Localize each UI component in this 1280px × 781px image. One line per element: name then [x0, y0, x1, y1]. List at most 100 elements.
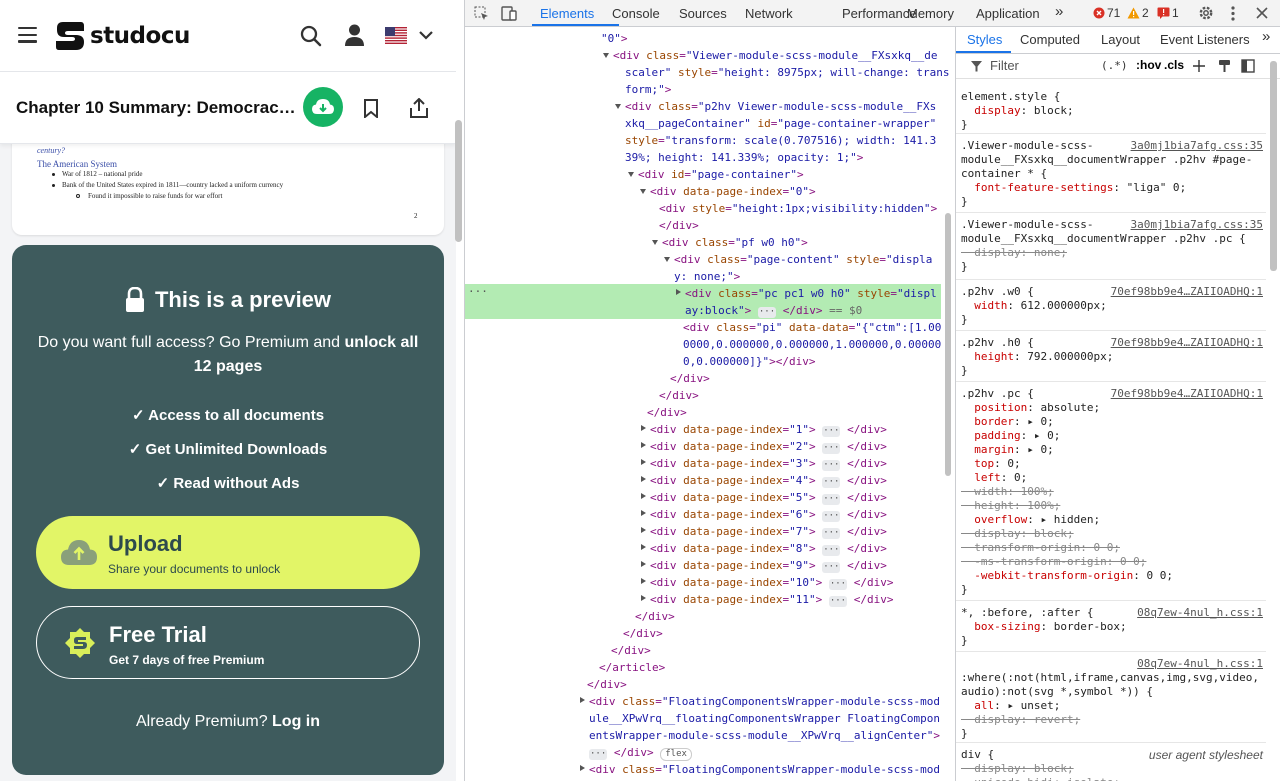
- dom-node-line[interactable]: <div data-page-index="4"> ··· </div>: [650, 472, 887, 489]
- style-rule-line[interactable]: }: [961, 195, 968, 209]
- expand-triangle-icon[interactable]: [641, 493, 646, 499]
- stylesheet-source-link[interactable]: 70ef98bb9e4…ZAIIOADHQ:1: [1111, 336, 1263, 350]
- style-rule-line[interactable]: height: 100%;: [961, 499, 1060, 513]
- menu-icon[interactable]: [18, 27, 37, 43]
- style-rule-line[interactable]: display: revert;: [961, 713, 1080, 727]
- style-rule-line[interactable]: audio):not(svg *,symbol *)) {: [961, 685, 1153, 699]
- login-link[interactable]: Log in: [272, 713, 320, 730]
- style-rule-line[interactable]: width: 100%;: [961, 485, 1053, 499]
- style-rule-line[interactable]: padding: ▸ 0;: [961, 429, 1060, 443]
- dom-node-line[interactable]: <div data-page-index="5"> ··· </div>: [650, 489, 887, 506]
- dom-node-line[interactable]: <div data-page-index="10"> ··· </div>: [650, 574, 893, 591]
- elements-scrollbar[interactable]: [945, 213, 951, 476]
- close-icon[interactable]: [1256, 7, 1268, 19]
- dom-node-line[interactable]: entsWrapper-module-scss-module__XPwVrq__…: [589, 727, 940, 744]
- style-rule-line[interactable]: left: 0;: [961, 471, 1027, 485]
- tab-styles[interactable]: Styles: [967, 33, 1002, 47]
- tab-sources[interactable]: Sources: [679, 6, 727, 21]
- dom-node-line[interactable]: 0,0.000000]}"></div>: [683, 353, 815, 370]
- dom-node-line[interactable]: <div id="page-container">: [638, 166, 804, 183]
- collapse-triangle-icon[interactable]: [628, 172, 634, 177]
- dom-node-line[interactable]: <div class="page-content" style="displa: [674, 251, 932, 268]
- elements-dom-tree[interactable]: documentWrapper id="document-wrapper" ta…: [465, 27, 955, 781]
- collapse-triangle-icon[interactable]: [640, 189, 646, 194]
- style-rule-line[interactable]: font-feature-settings: "liga" 0;: [961, 181, 1186, 195]
- style-rule-line[interactable]: position: absolute;: [961, 401, 1100, 415]
- expand-triangle-icon[interactable]: [676, 289, 681, 295]
- dom-node-line[interactable]: <div class="pc pc1 w0 h0" style="displ: [685, 285, 937, 302]
- style-rule-line[interactable]: unicode-bidi: isolate;: [961, 776, 1120, 781]
- upload-button[interactable]: Upload Share your documents to unlock: [36, 516, 420, 589]
- stylesheet-source-link[interactable]: 3a0mj1bia7afg.css:35: [1131, 218, 1263, 232]
- styles-scrollbar[interactable]: [1270, 61, 1277, 271]
- paint-roller-icon[interactable]: [1218, 59, 1231, 73]
- dom-node-line[interactable]: </article>: [599, 659, 665, 676]
- style-rule-line[interactable]: overflow: ▸ hidden;: [961, 513, 1100, 527]
- studocu-logo[interactable]: studocu: [54, 19, 190, 53]
- style-rule-line[interactable]: :where(:not(html,iframe,canvas,img,svg,v…: [961, 671, 1259, 685]
- style-rule-line[interactable]: *, :before, :after {: [961, 606, 1093, 620]
- more-style-tabs-icon[interactable]: »: [1262, 29, 1270, 44]
- stylesheet-source-link[interactable]: 70ef98bb9e4…ZAIIOADHQ:1: [1111, 285, 1263, 299]
- style-rule-line[interactable]: .p2hv .h0 {: [961, 336, 1034, 350]
- style-rule-line[interactable]: transform-origin: 0 0;: [961, 541, 1120, 555]
- kebab-menu-icon[interactable]: [1231, 6, 1235, 21]
- warning-count-badge[interactable]: 2: [1127, 6, 1149, 20]
- dom-node-line[interactable]: <div class="FloatingComponentsWrapper-mo…: [589, 693, 940, 710]
- dom-node-line[interactable]: <div data-page-index="0">: [650, 183, 816, 200]
- collapse-triangle-icon[interactable]: [652, 240, 658, 245]
- add-rule-icon[interactable]: [1192, 59, 1206, 73]
- style-rule-line[interactable]: }: [961, 583, 968, 597]
- dom-node-line[interactable]: </div>: [647, 404, 687, 421]
- expand-triangle-icon[interactable]: [641, 459, 646, 465]
- dom-node-line[interactable]: </div>: [611, 642, 651, 659]
- style-rule-line[interactable]: }: [961, 118, 968, 132]
- style-rule-line[interactable]: width: 612.000000px;: [961, 299, 1106, 313]
- dom-node-line[interactable]: </div>: [659, 387, 699, 404]
- dom-node-line[interactable]: </div>: [659, 217, 699, 234]
- tab-application[interactable]: Application: [976, 6, 1040, 21]
- bookmark-icon[interactable]: [363, 99, 379, 118]
- dom-node-line[interactable]: <div class="p2hv Viewer-module-scss-modu…: [625, 98, 936, 115]
- expand-triangle-icon[interactable]: [641, 476, 646, 482]
- style-rule-line[interactable]: container * {: [961, 167, 1047, 181]
- search-icon[interactable]: [300, 25, 322, 47]
- dom-node-line[interactable]: "0">: [601, 30, 628, 47]
- dom-node-line[interactable]: form;">: [625, 81, 671, 98]
- tab-computed[interactable]: Computed: [1020, 33, 1080, 47]
- page-scrollbar[interactable]: [455, 120, 462, 242]
- tab-console[interactable]: Console: [612, 6, 660, 21]
- style-rule-line[interactable]: box-sizing: border-box;: [961, 620, 1126, 634]
- dom-node-line[interactable]: ay:block"> ··· </div> == $0: [685, 302, 862, 319]
- style-rule-line[interactable]: top: 0;: [961, 457, 1020, 471]
- device-toolbar-icon[interactable]: [501, 6, 517, 21]
- style-rule-line[interactable]: border: ▸ 0;: [961, 415, 1054, 429]
- style-rule-line[interactable]: div {: [961, 748, 994, 762]
- expand-triangle-icon[interactable]: [641, 595, 646, 601]
- style-rule-line[interactable]: .Viewer-module-scss-: [961, 218, 1093, 232]
- more-tabs-icon[interactable]: »: [1055, 3, 1063, 20]
- style-rule-line[interactable]: }: [961, 727, 968, 741]
- settings-gear-icon[interactable]: [1198, 5, 1214, 21]
- expand-triangle-icon[interactable]: [580, 697, 585, 703]
- tab-network[interactable]: Network: [745, 6, 793, 21]
- us-flag-icon[interactable]: [385, 27, 407, 44]
- dom-node-line[interactable]: </div>: [635, 608, 675, 625]
- tab-memory[interactable]: Memory: [907, 6, 954, 21]
- dom-node-line[interactable]: <div class="FloatingComponentsWrapper-mo…: [589, 761, 940, 778]
- style-rule-line[interactable]: margin: ▸ 0;: [961, 443, 1054, 457]
- dom-node-line[interactable]: <div data-page-index="6"> ··· </div>: [650, 506, 887, 523]
- dom-node-line[interactable]: 39%; height: 141.339%; opacity: 1;">: [625, 149, 863, 166]
- dom-node-line[interactable]: <div data-page-index="8"> ··· </div>: [650, 540, 887, 557]
- dom-node-line[interactable]: </div>: [623, 625, 663, 642]
- style-rule-line[interactable]: .p2hv .w0 {: [961, 285, 1034, 299]
- hover-state-toggle[interactable]: :hov: [1136, 58, 1161, 72]
- tab-event-listeners[interactable]: Event Listeners: [1160, 33, 1250, 47]
- stylesheet-source-link[interactable]: 3a0mj1bia7afg.css:35: [1131, 139, 1263, 153]
- free-trial-button[interactable]: Free Trial Get 7 days of free Premium: [36, 606, 420, 679]
- dom-node-line[interactable]: scaler" style="height: 8975px; will-chan…: [625, 64, 950, 81]
- dom-node-line[interactable]: <div data-page-index="2"> ··· </div>: [650, 438, 887, 455]
- expand-triangle-icon[interactable]: [641, 510, 646, 516]
- class-toggle[interactable]: .cls: [1164, 58, 1184, 72]
- style-rule-line[interactable]: height: 792.000000px;: [961, 350, 1113, 364]
